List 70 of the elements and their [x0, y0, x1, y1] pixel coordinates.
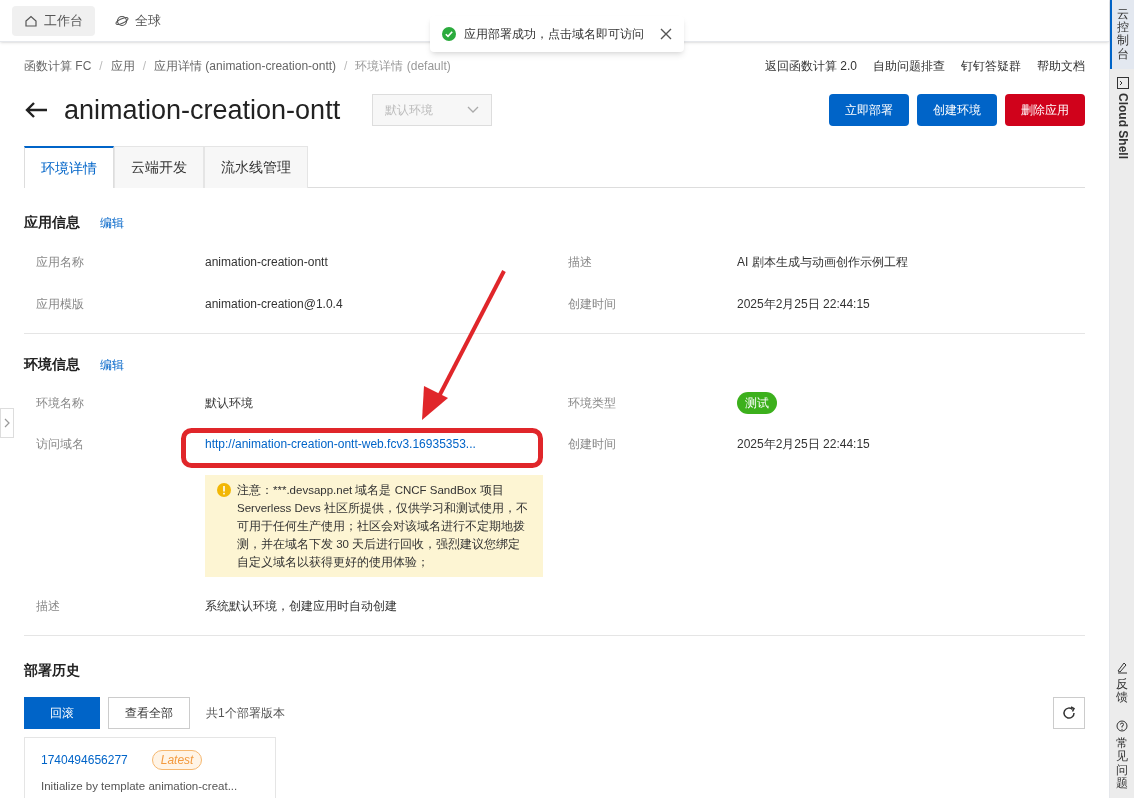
version-count: 共1个部署版本	[206, 705, 285, 722]
tab[interactable]: 环境详情	[24, 146, 114, 188]
refresh-icon	[1062, 706, 1076, 720]
close-button[interactable]	[660, 28, 672, 40]
pencil-icon	[1116, 660, 1128, 674]
side-rail-tab[interactable]: 云控制台	[1110, 0, 1134, 69]
chevron-down-icon	[467, 106, 480, 114]
field-label: 创建时间	[568, 296, 617, 313]
field-value: 系统默认环境，创建应用时自动创建	[205, 598, 398, 615]
edit-link[interactable]: 编辑	[100, 213, 124, 232]
breadcrumb-link[interactable]: 应用详情 (animation-creation-ontt)	[154, 57, 337, 75]
success-check-icon	[442, 27, 456, 41]
breadcrumb-link[interactable]: 应用	[110, 57, 135, 75]
breadcrumb-separator: /	[99, 58, 103, 75]
header-link[interactable]: 自助问题排查	[873, 57, 945, 75]
field-label: 应用模版	[36, 296, 85, 313]
topbar-tab[interactable]: 工作台	[12, 5, 95, 36]
breadcrumb-separator: /	[142, 58, 147, 75]
home-icon	[24, 13, 38, 28]
globe-icon	[115, 13, 129, 28]
action-button[interactable]: 删除应用	[1005, 94, 1085, 126]
breadcrumb-current: 环境详情 (default)	[355, 58, 451, 75]
side-rail-link[interactable]: 反馈	[1116, 660, 1128, 705]
warning-icon	[217, 483, 231, 497]
field-value: 默认环境	[205, 395, 254, 412]
help-icon	[1116, 720, 1128, 734]
notice-text: 注意：***.devsapp.net 域名是 CNCF SandBox 项目 Serverless Devs 社区所提供，仅供学习和测试使用，不可用于任何生产使用；社区会对该域名进行不定期地拨测，并在域名下发 30 天后进行回收，强烈建议您绑定自定义域名以获得更好的使用体验；	[237, 483, 529, 570]
tab[interactable]: 云端开发	[114, 146, 204, 188]
field-label: 访问域名	[36, 436, 85, 453]
field-value: animation-creation@1.0.4	[205, 296, 344, 313]
topbar-tab[interactable]: 全球	[103, 5, 173, 36]
tab[interactable]: 流水线管理	[204, 146, 308, 188]
edit-link[interactable]: 编辑	[100, 355, 124, 374]
field-value: AI 剧本生成与动画创作示例工程	[737, 254, 909, 271]
field-label: 环境名称	[36, 395, 85, 412]
breadcrumb-link[interactable]: 函数计算 FC	[24, 57, 92, 75]
header-link[interactable]: 返回函数计算 2.0	[765, 57, 857, 75]
environment-type-tag: 测试	[737, 392, 777, 414]
terminal-icon	[1117, 76, 1129, 89]
page-title: animation-creation-ontt	[64, 93, 341, 127]
section-title: 应用信息	[24, 213, 80, 232]
section-title: 部署历史	[24, 661, 81, 680]
action-button[interactable]: 创建环境	[917, 94, 997, 126]
field-value: 2025年2月25日 22:44:15	[737, 436, 871, 453]
header-link[interactable]: 钉钉答疑群	[961, 57, 1021, 75]
field-label: 环境类型	[568, 395, 617, 412]
version-tag: Latest	[151, 750, 203, 770]
side-rail-link[interactable]: 常见问题	[1116, 720, 1128, 790]
field-label: 创建时间	[568, 436, 617, 453]
domain-link[interactable]: http://animation-creation-ontt-web.fcv3.16935353...	[205, 435, 568, 453]
version-card[interactable]: 1740494656277 Latest Initialize by template animation-creat...	[24, 737, 276, 798]
close-icon	[660, 28, 672, 40]
field-value: animation-creation-ontt	[205, 254, 329, 271]
field-label: 应用名称	[36, 254, 85, 271]
action-button[interactable]: 立即部署	[829, 94, 909, 126]
field-label: 描述	[36, 598, 61, 615]
rollback-button[interactable]: 回滚	[24, 697, 100, 729]
version-id-link[interactable]: 1740494656277	[41, 751, 128, 769]
refresh-button[interactable]	[1053, 697, 1085, 729]
view-all-button[interactable]: 查看全部	[108, 697, 190, 729]
section-title: 环境信息	[24, 355, 80, 374]
back-arrow-icon	[24, 101, 48, 119]
field-value: 2025年2月25日 22:44:15	[737, 296, 871, 313]
field-label: 描述	[568, 254, 593, 271]
side-rail-tab[interactable]: Cloud Shell	[1110, 68, 1134, 167]
breadcrumb-separator: /	[344, 58, 348, 75]
header-link[interactable]: 帮助文档	[1037, 57, 1085, 75]
version-message: Initialize by template animation-creat...	[41, 779, 239, 794]
chevron-right-icon	[4, 418, 10, 428]
toast-message: 应用部署成功，点击域名即可访问	[464, 26, 644, 43]
